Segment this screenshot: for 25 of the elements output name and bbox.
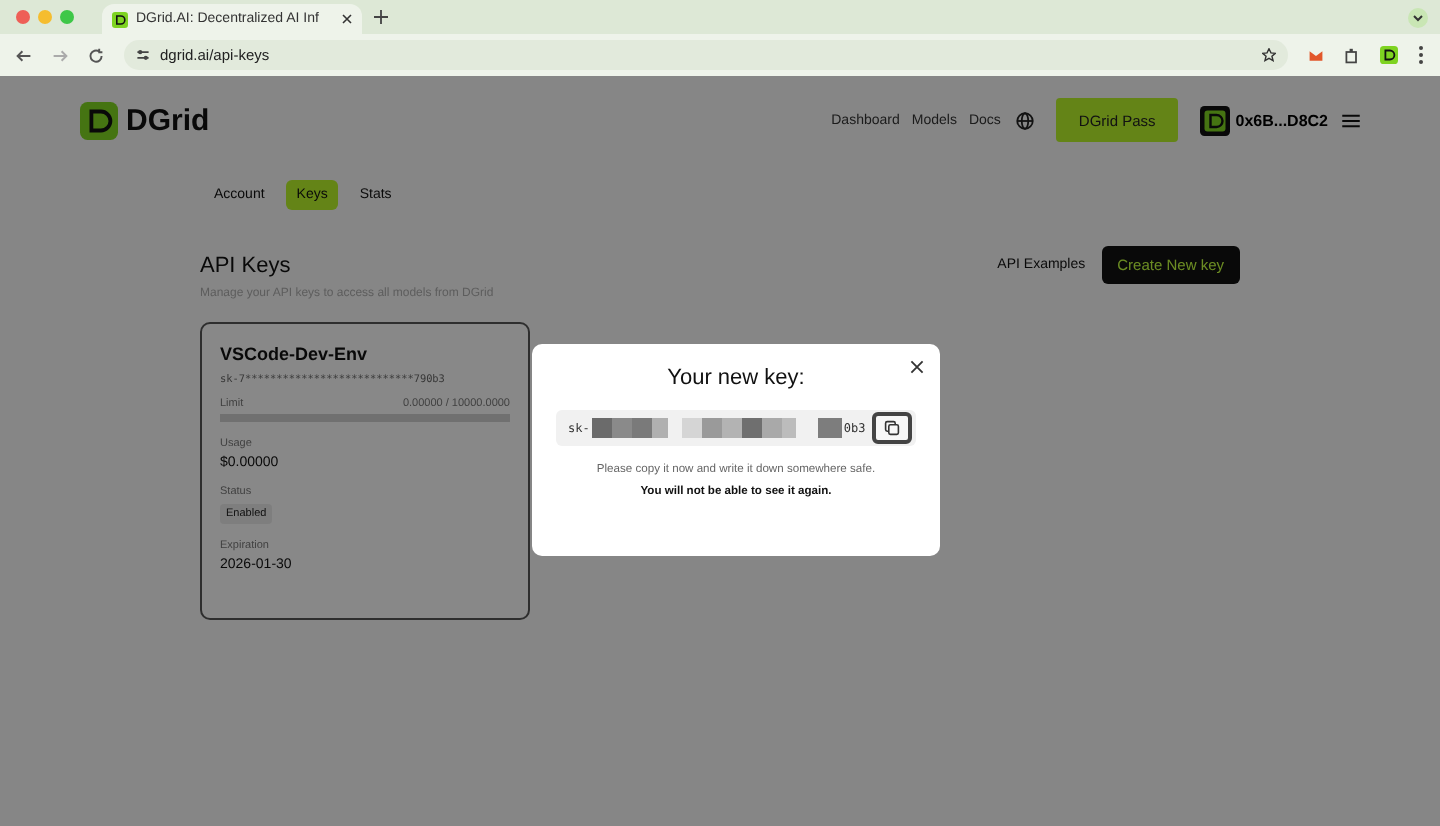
logo-icon bbox=[80, 101, 118, 139]
favicon-icon bbox=[112, 11, 128, 27]
site-settings-icon[interactable] bbox=[136, 48, 150, 62]
more-menu-icon[interactable] bbox=[1418, 46, 1424, 64]
back-icon[interactable] bbox=[16, 47, 32, 63]
dialog-title: Your new key: bbox=[667, 366, 805, 390]
bookmark-star-icon[interactable] bbox=[1262, 48, 1276, 62]
extension-icon[interactable] bbox=[1308, 47, 1324, 63]
page-title: API Keys bbox=[200, 253, 293, 277]
logo-text[interactable]: DGrid bbox=[126, 103, 210, 137]
copy-button[interactable] bbox=[872, 412, 912, 444]
key-name: VSCode-Dev-Env bbox=[220, 344, 370, 364]
profile-icon bbox=[1380, 46, 1398, 64]
wallet-avatar-icon bbox=[1199, 105, 1230, 135]
wallet-address[interactable]: 0x6B...D8C2 bbox=[1235, 111, 1328, 129]
close-tab-icon[interactable] bbox=[342, 14, 352, 24]
tab-list-icon[interactable] bbox=[1408, 7, 1428, 27]
close-icon[interactable] bbox=[910, 360, 924, 374]
pixelated-key-drawing bbox=[817, 418, 842, 438]
new-tab-icon[interactable] bbox=[374, 10, 388, 24]
copy-icon bbox=[884, 420, 900, 436]
close-window-icon[interactable] bbox=[16, 10, 30, 24]
reload-icon[interactable] bbox=[88, 47, 104, 63]
menu-icon[interactable] bbox=[1342, 113, 1360, 127]
globe-icon[interactable] bbox=[1016, 111, 1035, 129]
